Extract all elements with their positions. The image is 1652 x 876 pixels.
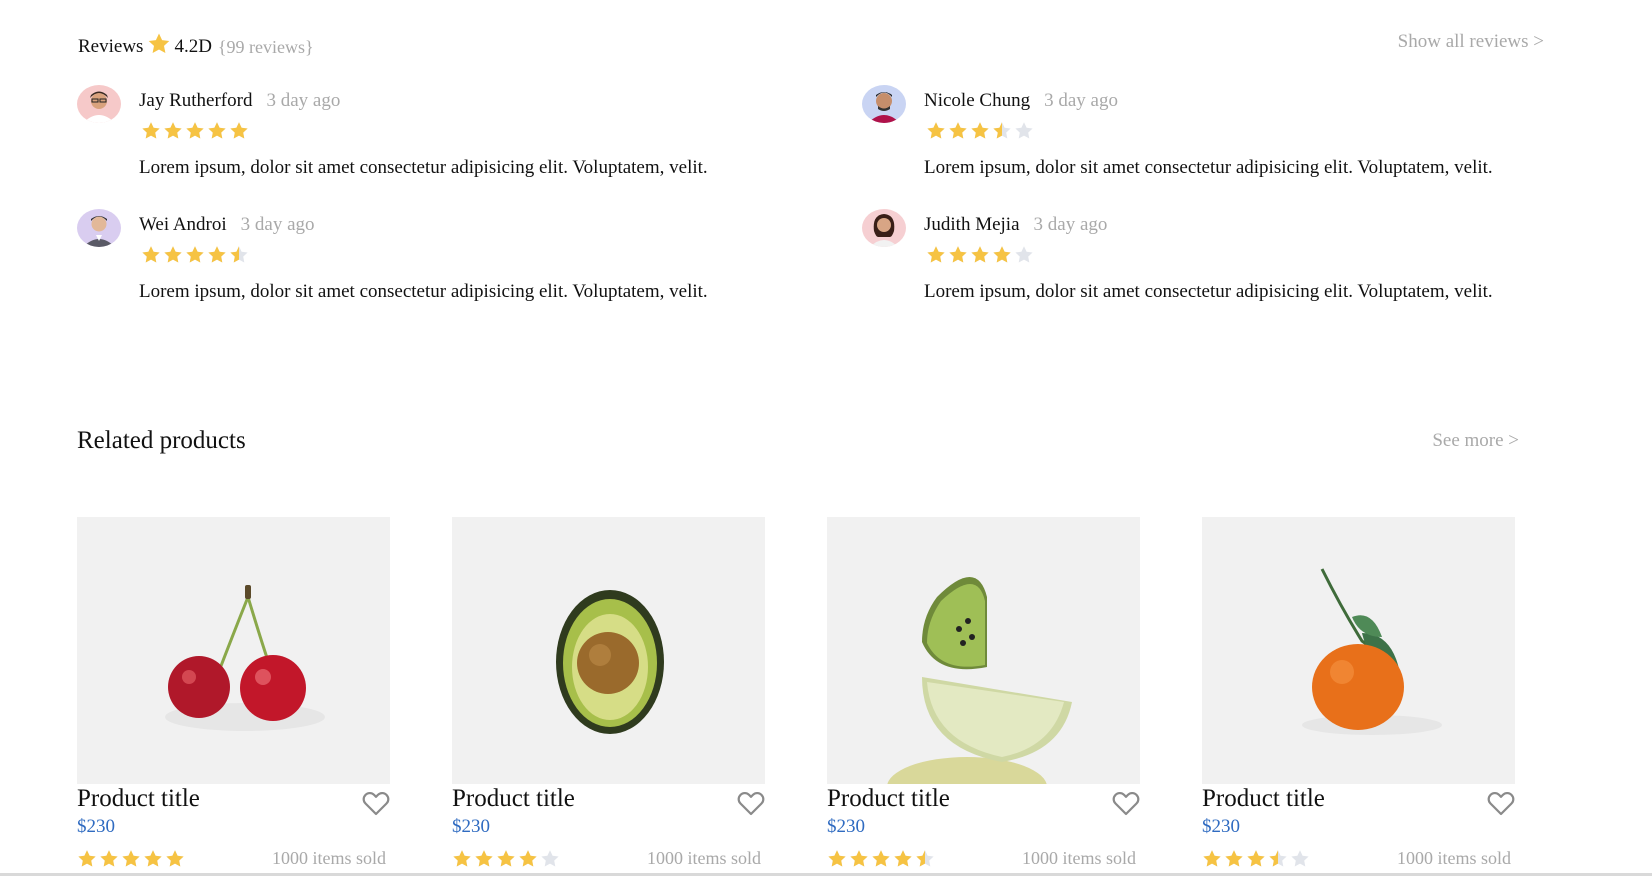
star-icon [185,245,205,265]
star-icon [871,849,891,869]
product-rating [827,849,935,869]
reviewer-name: Judith Mejia [924,214,1020,235]
reviewer-name: Nicole Chung [924,90,1031,111]
star-icon [948,121,968,141]
review-time: 3 day ago [1044,90,1118,111]
product-card[interactable]: Product title $230 1000 items sold [77,517,390,868]
product-price: $230 [827,816,865,837]
star-icon [1290,849,1310,869]
items-sold: 1000 items sold [1021,848,1136,868]
product-price: $230 [452,816,490,837]
review-time: 3 day ago [240,214,315,235]
see-more-link[interactable]: See more > [1432,430,1519,452]
reviewer-name: Jay Rutherford [139,90,253,111]
items-sold: 1000 items sold [271,848,386,868]
star-icon [165,849,185,869]
star-icon [992,121,1012,141]
star-icon [452,849,472,869]
star-icon [229,121,249,141]
star-icon [147,32,171,62]
product-title[interactable]: Product title [1202,785,1325,813]
review-rating [926,245,1034,265]
review-time: 3 day ago [266,90,341,111]
star-icon [992,245,1012,265]
product-card[interactable]: Product title $230 1000 items sold [1202,517,1515,868]
star-icon [915,849,935,869]
star-icon [141,245,161,265]
product-image-avocado[interactable] [452,517,765,784]
star-icon [207,245,227,265]
star-icon [1014,245,1034,265]
review-count: {99 reviews} [217,36,314,57]
review-rating [141,245,249,265]
review-text: Lorem ipsum, dolor sit amet consectetur … [924,281,1493,302]
avatar [862,85,906,123]
reviews-header: Reviews 4.2D {99 reviews} [78,32,314,62]
product-rating [452,849,560,869]
items-sold: 1000 items sold [646,848,761,868]
star-icon [163,245,183,265]
review-rating [141,121,249,141]
star-icon [496,849,516,869]
star-icon [207,121,227,141]
star-icon [1202,849,1222,869]
star-icon [474,849,494,869]
avatar [77,209,121,247]
heart-icon[interactable] [362,790,390,816]
heart-icon[interactable] [737,790,765,816]
product-card[interactable]: Product title $230 1000 items sold [452,517,765,868]
star-icon [518,849,538,869]
star-icon [185,121,205,141]
average-rating: 4.2D [174,36,212,57]
review-text: Lorem ipsum, dolor sit amet consectetur … [924,157,1493,178]
avatar [77,85,121,123]
star-icon [893,849,913,869]
review-text: Lorem ipsum, dolor sit amet consectetur … [139,281,708,302]
star-icon [1246,849,1266,869]
star-icon [163,121,183,141]
reviews-label: Reviews [78,36,144,57]
reviewer-name: Wei Androi [139,214,227,235]
product-price: $230 [77,816,115,837]
star-icon [1268,849,1288,869]
product-card[interactable]: Product title $230 1000 items sold [827,517,1140,868]
product-title[interactable]: Product title [77,785,200,813]
star-icon [141,121,161,141]
avatar [862,209,906,247]
heart-icon[interactable] [1487,790,1515,816]
star-icon [827,849,847,869]
heart-icon[interactable] [1112,790,1140,816]
star-icon [970,121,990,141]
star-icon [849,849,869,869]
show-all-reviews-link[interactable]: Show all reviews > [1398,31,1544,53]
product-image-cherries[interactable] [77,517,390,784]
star-icon [970,245,990,265]
product-rating [77,849,185,869]
star-icon [229,245,249,265]
items-sold: 1000 items sold [1396,848,1511,868]
star-icon [77,849,97,869]
star-icon [540,849,560,869]
product-image-kiwi-lime[interactable] [827,517,1140,784]
review-time: 3 day ago [1033,214,1108,235]
related-products-title: Related products [77,427,246,454]
product-title[interactable]: Product title [452,785,575,813]
product-rating [1202,849,1310,869]
star-icon [143,849,163,869]
review-text: Lorem ipsum, dolor sit amet consectetur … [139,157,708,178]
star-icon [948,245,968,265]
star-icon [121,849,141,869]
product-title[interactable]: Product title [827,785,950,813]
star-icon [926,121,946,141]
star-icon [99,849,119,869]
star-icon [1224,849,1244,869]
product-price: $230 [1202,816,1240,837]
star-icon [1014,121,1034,141]
review-rating [926,121,1034,141]
star-icon [926,245,946,265]
product-image-tangerine[interactable] [1202,517,1515,784]
